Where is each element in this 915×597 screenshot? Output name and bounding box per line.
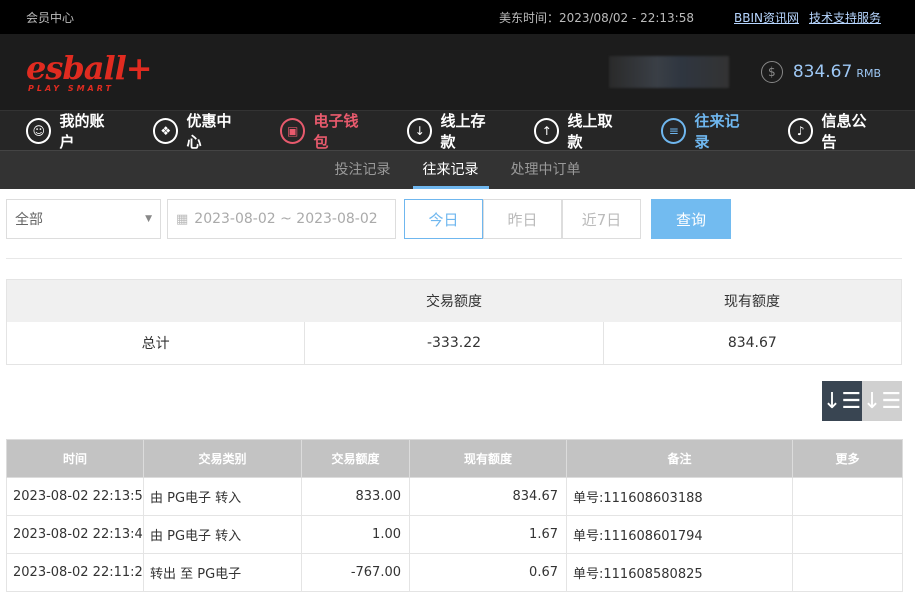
cell-time: 2023-08-02 22:13:43 [6, 515, 144, 554]
summary-header-amount: 交易额度 [426, 294, 482, 310]
summary-table: 交易额度 现有额度 总计 -333.22 834.67 [6, 279, 902, 365]
cell-more[interactable] [792, 477, 903, 516]
cell-amount: -767.00 [301, 553, 410, 592]
sort-controls: ↓☰ ↓☰ [0, 381, 902, 421]
sub-nav: 投注记录 往来记录 处理中订单 [0, 150, 915, 189]
col-amount: 交易额度 [301, 439, 410, 478]
cell-balance: 834.67 [409, 477, 567, 516]
balance-amount: 834.67 RMB [792, 62, 881, 82]
tech-support-link[interactable]: 技术支持服务 [809, 9, 881, 26]
cell-more[interactable] [792, 515, 903, 554]
cell-balance: 0.67 [409, 553, 567, 592]
tab-transaction-records[interactable]: 往来记录 [412, 151, 489, 189]
records-icon: ≡ [661, 117, 687, 144]
sort-ascending-icon[interactable]: ↓☰ [862, 381, 902, 421]
summary-total-balance: 834.67 [602, 322, 901, 364]
cell-amount: 1.00 [301, 515, 410, 554]
calendar-icon: ▦ [176, 211, 189, 227]
col-type: 交易类别 [143, 439, 302, 478]
header: esball+ PLAY SMART $ 834.67 RMB [0, 34, 915, 110]
col-more: 更多 [792, 439, 903, 478]
deposit-icon: ↓ [407, 117, 433, 144]
today-button[interactable]: 今日 [404, 199, 483, 239]
bbin-news-link[interactable]: BBIN资讯网 [734, 9, 799, 26]
cell-type: 由 PG电子 转入 [143, 515, 302, 554]
cell-note: 单号:111608603188 [566, 477, 793, 516]
summary-header-balance: 现有额度 [724, 294, 780, 310]
sort-descending-icon[interactable]: ↓☰ [822, 381, 862, 421]
cell-more[interactable] [792, 553, 903, 592]
table-row: 2023-08-02 22:13:54 由 PG电子 转入 833.00 834… [6, 477, 903, 516]
blurred-username [608, 56, 729, 88]
summary-total-label: 总计 [141, 336, 170, 352]
gift-icon: ❖ [153, 117, 179, 144]
nav-withdraw[interactable]: ↑ 线上取款 [534, 110, 626, 152]
type-select[interactable]: 全部 ▼ [6, 199, 161, 239]
nav-e-wallet[interactable]: ▣ 电子钱包 [280, 110, 372, 152]
nav-my-account[interactable]: ☺ 我的账户 [26, 110, 118, 152]
dollar-coin-icon: $ [760, 61, 783, 83]
bell-icon: ♪ [788, 117, 814, 144]
tab-bet-records[interactable]: 投注记录 [325, 151, 401, 189]
cell-time: 2023-08-02 22:13:54 [6, 477, 144, 516]
top-bar: 会员中心 美东时间：2023/08/02 - 22:13:58 BBIN资讯网 … [0, 0, 915, 34]
col-balance: 现有额度 [409, 439, 567, 478]
caret-down-icon: ▼ [145, 214, 152, 224]
nav-promotions[interactable]: ❖ 优惠中心 [153, 110, 245, 152]
server-time: 美东时间：2023/08/02 - 22:13:58 [498, 10, 694, 25]
col-note: 备注 [566, 439, 793, 478]
cell-balance: 1.67 [409, 515, 567, 554]
table-row: 2023-08-02 22:13:43 由 PG电子 转入 1.00 1.67 … [6, 515, 903, 554]
divider [6, 258, 902, 259]
cell-time: 2023-08-02 22:11:24 [6, 553, 144, 592]
filter-bar: 全部 ▼ ▦ 2023-08-02 ~ 2023-08-02 今日 昨日 近7日 查… [0, 189, 915, 239]
nav-deposit[interactable]: ↓ 线上存款 [407, 110, 499, 152]
cell-type: 由 PG电子 转入 [143, 477, 302, 516]
col-time: 时间 [6, 439, 144, 478]
summary-total-amount: -333.22 [304, 322, 602, 364]
tab-pending-orders[interactable]: 处理中订单 [501, 151, 591, 189]
table-row: 2023-08-02 22:11:24 转出 至 PG电子 -767.00 0.… [6, 553, 903, 592]
cell-note: 单号:111608580825 [566, 553, 793, 592]
account-balance: $ 834.67 RMB [608, 56, 881, 88]
summary-header-blank [7, 280, 305, 322]
yesterday-button[interactable]: 昨日 [483, 199, 562, 239]
date-range-input[interactable]: ▦ 2023-08-02 ~ 2023-08-02 [167, 199, 396, 239]
nav-records[interactable]: ≡ 往来记录 [661, 110, 753, 152]
member-center-label: 会员中心 [26, 10, 75, 25]
main-nav: ☺ 我的账户 ❖ 优惠中心 ▣ 电子钱包 ↓ 线上存款 ↑ 线上取款 ≡ 往来记录 ♪ 信息公… [0, 110, 915, 152]
transactions-table: 时间 交易类别 交易额度 现有额度 备注 更多 2023-08-02 22:13… [6, 439, 903, 592]
withdraw-icon: ↑ [534, 117, 560, 144]
last-7-days-button[interactable]: 近7日 [562, 199, 641, 239]
cell-note: 单号:111608601794 [566, 515, 793, 554]
user-icon: ☺ [26, 117, 52, 144]
esball-logo[interactable]: esball+ PLAY SMART [26, 52, 153, 93]
wallet-icon: ▣ [280, 117, 306, 144]
nav-announcements[interactable]: ♪ 信息公告 [788, 110, 880, 152]
query-button[interactable]: 查询 [651, 199, 731, 239]
cell-amount: 833.00 [301, 477, 410, 516]
cell-type: 转出 至 PG电子 [143, 553, 302, 592]
